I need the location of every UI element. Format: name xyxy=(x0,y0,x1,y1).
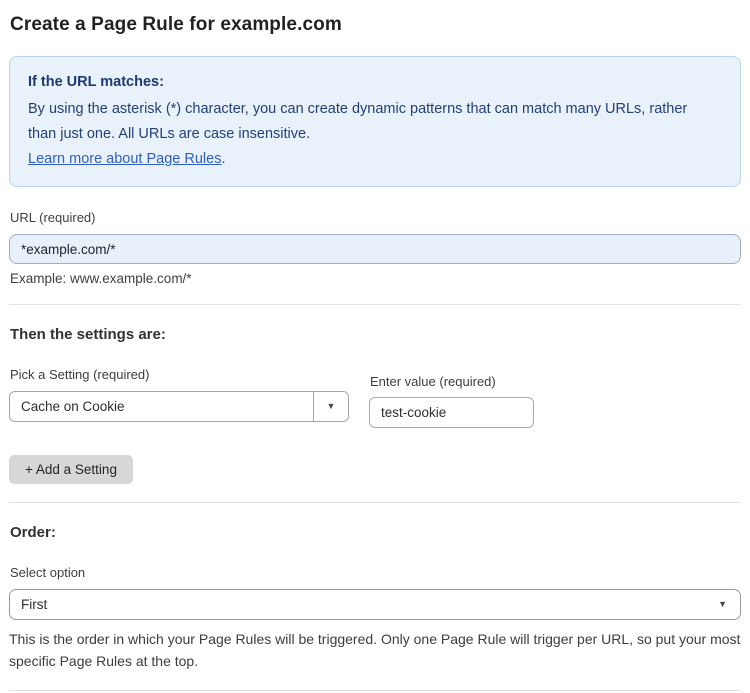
enter-value-column: Enter value (required) xyxy=(369,374,534,428)
order-help-text: This is the order in which your Page Rul… xyxy=(9,631,741,669)
divider-settings-order xyxy=(9,502,741,503)
chevron-down-icon: ▼ xyxy=(718,599,727,609)
pick-setting-label: Pick a Setting (required) xyxy=(10,367,150,382)
order-select[interactable]: First ▼ xyxy=(9,589,741,620)
setting-row: Pick a Setting (required) Cache on Cooki… xyxy=(9,367,741,428)
pick-setting-dropdown[interactable]: Cache on Cookie ▼ xyxy=(9,391,349,422)
divider-footer xyxy=(9,690,741,691)
url-field-label: URL (required) xyxy=(10,210,96,225)
link-period: . xyxy=(221,151,226,167)
divider-url-settings xyxy=(9,304,741,305)
order-selected-value: First xyxy=(21,597,48,612)
url-match-info-box: If the URL matches: By using the asteris… xyxy=(9,56,741,187)
page-title: Create a Page Rule for example.com xyxy=(10,14,342,35)
add-setting-button[interactable]: + Add a Setting xyxy=(9,455,133,484)
order-section-heading: Order: xyxy=(10,524,56,541)
settings-section-heading: Then the settings are: xyxy=(10,326,166,343)
enter-value-label: Enter value (required) xyxy=(370,374,496,389)
caret-down-icon: ▼ xyxy=(326,401,336,411)
pick-setting-dropdown-arrow-button[interactable]: ▼ xyxy=(313,392,348,421)
url-input[interactable] xyxy=(9,234,741,264)
order-select-label: Select option xyxy=(10,565,86,580)
info-box-heading: If the URL matches: xyxy=(28,74,164,90)
info-box-body: By using the asterisk (*) character, you… xyxy=(28,101,688,142)
learn-more-link[interactable]: Learn more about Page Rules xyxy=(28,151,221,167)
setting-value-input[interactable] xyxy=(369,397,534,428)
info-box-link-line: Learn more about Page Rules. xyxy=(28,147,722,172)
create-page-rule-form: Create a Page Rule for example.com If th… xyxy=(0,0,750,693)
url-helper-text: Example: www.example.com/* xyxy=(10,271,192,286)
pick-setting-column: Pick a Setting (required) Cache on Cooki… xyxy=(9,367,349,422)
pick-setting-selected-value: Cache on Cookie xyxy=(21,399,125,414)
